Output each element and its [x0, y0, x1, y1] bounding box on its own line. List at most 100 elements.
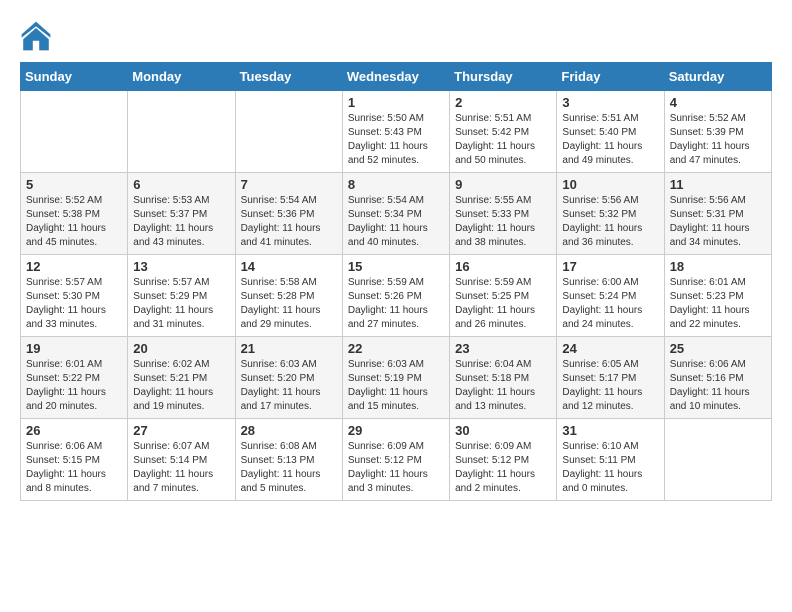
calendar-cell: 22 Sunrise: 6:03 AM Sunset: 5:19 PM Dayli…: [342, 337, 449, 419]
day-info: Sunrise: 5:52 AM Sunset: 5:39 PM Dayligh…: [670, 112, 766, 168]
day-info: Sunrise: 6:04 AM Sunset: 5:18 PM Dayligh…: [455, 358, 551, 414]
day-number: 20: [133, 341, 229, 356]
calendar-cell: 15 Sunrise: 5:59 AM Sunset: 5:26 PM Dayli…: [342, 255, 449, 337]
day-number: 26: [26, 423, 122, 438]
calendar-week-5: 26 Sunrise: 6:06 AM Sunset: 5:15 PM Dayli…: [21, 419, 772, 501]
day-info: Sunrise: 6:00 AM Sunset: 5:24 PM Dayligh…: [562, 276, 658, 332]
calendar-cell: 4 Sunrise: 5:52 AM Sunset: 5:39 PM Daylig…: [664, 91, 771, 173]
calendar-cell: 13 Sunrise: 5:57 AM Sunset: 5:29 PM Dayli…: [128, 255, 235, 337]
calendar-cell: 1 Sunrise: 5:50 AM Sunset: 5:43 PM Daylig…: [342, 91, 449, 173]
calendar-cell: [21, 91, 128, 173]
calendar-cell: 30 Sunrise: 6:09 AM Sunset: 5:12 PM Dayli…: [450, 419, 557, 501]
day-info: Sunrise: 5:51 AM Sunset: 5:40 PM Dayligh…: [562, 112, 658, 168]
day-number: 19: [26, 341, 122, 356]
day-info: Sunrise: 6:01 AM Sunset: 5:23 PM Dayligh…: [670, 276, 766, 332]
calendar-cell: 27Sunrise: 6:07 AM Sunset: 5:14 PM Dayli…: [128, 419, 235, 501]
day-info: Sunrise: 6:01 AM Sunset: 5:22 PM Dayligh…: [26, 358, 122, 414]
day-info: Sunrise: 6:03 AM Sunset: 5:20 PM Dayligh…: [241, 358, 337, 414]
day-info: Sunrise: 5:56 AM Sunset: 5:31 PM Dayligh…: [670, 194, 766, 250]
day-number: 4: [670, 95, 766, 110]
day-info: Sunrise: 6:02 AM Sunset: 5:21 PM Dayligh…: [133, 358, 229, 414]
day-number: 29: [348, 423, 444, 438]
day-number: 27: [133, 423, 229, 438]
day-info: Sunrise: 6:09 AM Sunset: 5:12 PM Dayligh…: [455, 440, 551, 496]
calendar-cell: 7Sunrise: 5:54 AM Sunset: 5:36 PM Daylig…: [235, 173, 342, 255]
weekday-wednesday: Wednesday: [342, 63, 449, 91]
day-info: Sunrise: 6:06 AM Sunset: 5:15 PM Dayligh…: [26, 440, 122, 496]
calendar-cell: 24Sunrise: 6:05 AM Sunset: 5:17 PM Dayli…: [557, 337, 664, 419]
calendar-cell: 8 Sunrise: 5:54 AM Sunset: 5:34 PM Daylig…: [342, 173, 449, 255]
day-info: Sunrise: 6:03 AM Sunset: 5:19 PM Dayligh…: [348, 358, 444, 414]
day-number: 21: [241, 341, 337, 356]
day-number: 9: [455, 177, 551, 192]
day-number: 30: [455, 423, 551, 438]
calendar-cell: 17 Sunrise: 6:00 AM Sunset: 5:24 PM Dayli…: [557, 255, 664, 337]
day-info: Sunrise: 5:56 AM Sunset: 5:32 PM Dayligh…: [562, 194, 658, 250]
day-number: 17: [562, 259, 658, 274]
day-info: Sunrise: 6:06 AM Sunset: 5:16 PM Dayligh…: [670, 358, 766, 414]
calendar-cell: 2 Sunrise: 5:51 AM Sunset: 5:42 PM Daylig…: [450, 91, 557, 173]
day-info: Sunrise: 5:55 AM Sunset: 5:33 PM Dayligh…: [455, 194, 551, 250]
calendar-cell: 10 Sunrise: 5:56 AM Sunset: 5:32 PM Dayli…: [557, 173, 664, 255]
day-number: 24: [562, 341, 658, 356]
weekday-saturday: Saturday: [664, 63, 771, 91]
calendar-week-1: 1 Sunrise: 5:50 AM Sunset: 5:43 PM Daylig…: [21, 91, 772, 173]
calendar-cell: 6 Sunrise: 5:53 AM Sunset: 5:37 PM Daylig…: [128, 173, 235, 255]
calendar-cell: 26 Sunrise: 6:06 AM Sunset: 5:15 PM Dayli…: [21, 419, 128, 501]
calendar-cell: 19 Sunrise: 6:01 AM Sunset: 5:22 PM Dayli…: [21, 337, 128, 419]
calendar-week-4: 19 Sunrise: 6:01 AM Sunset: 5:22 PM Dayli…: [21, 337, 772, 419]
day-number: 8: [348, 177, 444, 192]
calendar-cell: 9 Sunrise: 5:55 AM Sunset: 5:33 PM Daylig…: [450, 173, 557, 255]
day-info: Sunrise: 5:59 AM Sunset: 5:26 PM Dayligh…: [348, 276, 444, 332]
day-number: 13: [133, 259, 229, 274]
day-info: Sunrise: 5:51 AM Sunset: 5:42 PM Dayligh…: [455, 112, 551, 168]
day-number: 10: [562, 177, 658, 192]
header: [20, 20, 772, 52]
calendar-cell: 5 Sunrise: 5:52 AM Sunset: 5:38 PM Daylig…: [21, 173, 128, 255]
logo: [20, 20, 56, 52]
day-info: Sunrise: 6:09 AM Sunset: 5:12 PM Dayligh…: [348, 440, 444, 496]
calendar-cell: 12Sunrise: 5:57 AM Sunset: 5:30 PM Dayli…: [21, 255, 128, 337]
day-info: Sunrise: 5:54 AM Sunset: 5:34 PM Dayligh…: [348, 194, 444, 250]
day-number: 11: [670, 177, 766, 192]
day-number: 22: [348, 341, 444, 356]
day-number: 2: [455, 95, 551, 110]
day-info: Sunrise: 5:53 AM Sunset: 5:37 PM Dayligh…: [133, 194, 229, 250]
day-info: Sunrise: 5:52 AM Sunset: 5:38 PM Dayligh…: [26, 194, 122, 250]
weekday-monday: Monday: [128, 63, 235, 91]
day-number: 23: [455, 341, 551, 356]
day-info: Sunrise: 5:57 AM Sunset: 5:29 PM Dayligh…: [133, 276, 229, 332]
calendar-cell: 23 Sunrise: 6:04 AM Sunset: 5:18 PM Dayli…: [450, 337, 557, 419]
day-info: Sunrise: 5:58 AM Sunset: 5:28 PM Dayligh…: [241, 276, 337, 332]
day-number: 25: [670, 341, 766, 356]
day-info: Sunrise: 6:08 AM Sunset: 5:13 PM Dayligh…: [241, 440, 337, 496]
day-info: Sunrise: 5:57 AM Sunset: 5:30 PM Dayligh…: [26, 276, 122, 332]
calendar-cell: 3 Sunrise: 5:51 AM Sunset: 5:40 PM Daylig…: [557, 91, 664, 173]
calendar-week-3: 12Sunrise: 5:57 AM Sunset: 5:30 PM Dayli…: [21, 255, 772, 337]
day-number: 6: [133, 177, 229, 192]
day-number: 31: [562, 423, 658, 438]
calendar-week-2: 5 Sunrise: 5:52 AM Sunset: 5:38 PM Daylig…: [21, 173, 772, 255]
day-info: Sunrise: 6:10 AM Sunset: 5:11 PM Dayligh…: [562, 440, 658, 496]
calendar-cell: 20 Sunrise: 6:02 AM Sunset: 5:21 PM Dayli…: [128, 337, 235, 419]
calendar-cell: 11 Sunrise: 5:56 AM Sunset: 5:31 PM Dayli…: [664, 173, 771, 255]
day-number: 15: [348, 259, 444, 274]
weekday-tuesday: Tuesday: [235, 63, 342, 91]
calendar-cell: [664, 419, 771, 501]
calendar-cell: 18 Sunrise: 6:01 AM Sunset: 5:23 PM Dayli…: [664, 255, 771, 337]
calendar-cell: 21 Sunrise: 6:03 AM Sunset: 5:20 PM Dayli…: [235, 337, 342, 419]
weekday-header-row: SundayMondayTuesdayWednesdayThursdayFrid…: [21, 63, 772, 91]
calendar-table: SundayMondayTuesdayWednesdayThursdayFrid…: [20, 62, 772, 501]
day-number: 3: [562, 95, 658, 110]
day-number: 14: [241, 259, 337, 274]
calendar-cell: 29 Sunrise: 6:09 AM Sunset: 5:12 PM Dayli…: [342, 419, 449, 501]
calendar-cell: 16Sunrise: 5:59 AM Sunset: 5:25 PM Dayli…: [450, 255, 557, 337]
calendar-cell: 14 Sunrise: 5:58 AM Sunset: 5:28 PM Dayli…: [235, 255, 342, 337]
page: SundayMondayTuesdayWednesdayThursdayFrid…: [0, 0, 792, 511]
day-number: 18: [670, 259, 766, 274]
day-number: 1: [348, 95, 444, 110]
day-info: Sunrise: 5:50 AM Sunset: 5:43 PM Dayligh…: [348, 112, 444, 168]
day-number: 5: [26, 177, 122, 192]
calendar-cell: [128, 91, 235, 173]
calendar-cell: 31 Sunrise: 6:10 AM Sunset: 5:11 PM Dayli…: [557, 419, 664, 501]
